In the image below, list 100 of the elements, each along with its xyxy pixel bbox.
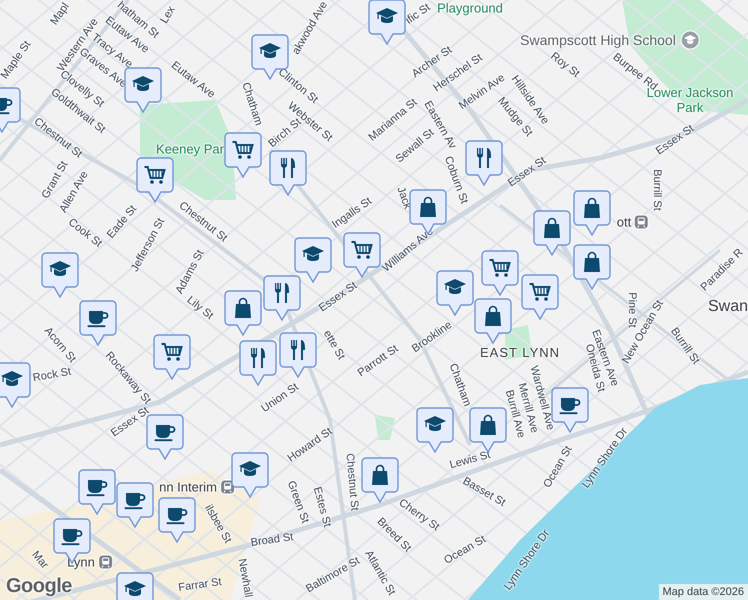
street-label: Rock St — [32, 366, 72, 384]
fork-knife-icon — [281, 158, 295, 178]
park-area — [375, 415, 395, 440]
map-pin[interactable] — [436, 270, 474, 317]
shopping-bag-icon — [480, 414, 496, 435]
street-label: Broad St — [250, 531, 294, 549]
map-pin[interactable] — [551, 387, 589, 434]
train-icon — [634, 214, 650, 230]
coffee-cup-icon — [560, 398, 580, 414]
graduation-cap-icon — [124, 581, 146, 596]
coffee-cup-icon — [62, 529, 82, 546]
train-icon — [98, 554, 113, 570]
street-label: ific St — [404, 1, 432, 27]
map-pin[interactable] — [136, 157, 174, 204]
shopping-cart-icon — [352, 241, 373, 259]
fork-knife-icon — [291, 340, 305, 360]
street-label: Estes St — [310, 486, 334, 528]
shopping-bag-icon — [544, 218, 560, 238]
coffee-cup-icon — [86, 480, 108, 496]
neighborhood-label: Swan — [708, 301, 748, 313]
map-pin[interactable] — [533, 210, 571, 257]
street-label: Lily St — [184, 294, 216, 322]
map-pin[interactable] — [78, 469, 116, 516]
map-pin[interactable] — [474, 298, 512, 345]
map-pin[interactable] — [224, 290, 262, 337]
shopping-cart-icon — [232, 141, 254, 159]
graduation-cap-icon — [132, 76, 154, 91]
map-pin[interactable] — [521, 274, 559, 321]
map-pin[interactable] — [41, 252, 79, 299]
coffee-cup-icon — [124, 493, 146, 510]
map-pin[interactable] — [573, 190, 611, 237]
fork-knife-icon — [275, 283, 289, 303]
coffee-cup-icon — [88, 311, 108, 328]
neighborhood-label: EAST LYNN — [480, 347, 560, 359]
map-pin[interactable] — [263, 275, 301, 322]
graduation-cap-icon — [680, 30, 700, 50]
station-label: nn Interim — [159, 481, 217, 493]
map-pin[interactable] — [79, 300, 117, 347]
shopping-bag-icon — [584, 198, 600, 218]
graduation-cap-icon — [259, 43, 281, 58]
map-pin[interactable] — [153, 334, 191, 381]
street-label: Jack — [394, 185, 414, 211]
graduation-cap-icon — [444, 279, 466, 294]
map-pin[interactable] — [279, 332, 317, 379]
street-label: Pine St — [626, 292, 638, 328]
map-attribution: Map data ©2026 — [658, 584, 748, 600]
map-pin[interactable] — [231, 452, 269, 499]
street-label: Lewis St — [448, 448, 492, 472]
street-label: Green St — [284, 479, 312, 525]
graduation-cap-icon — [376, 8, 398, 23]
graduation-cap-icon — [49, 261, 71, 276]
shopping-cart-icon — [530, 283, 551, 301]
place-label: Swampscott High School — [520, 34, 676, 46]
coffee-cup-icon — [166, 508, 188, 524]
street-label: Mar — [29, 548, 51, 572]
street-label: Chestnut St — [344, 452, 360, 512]
station-label: Lynn — [67, 556, 95, 568]
shopping-cart-icon — [162, 343, 183, 361]
map-pin[interactable] — [124, 67, 162, 114]
shopping-bag-icon — [485, 306, 501, 326]
graduation-cap-icon — [302, 246, 324, 261]
street-label: ette St — [320, 328, 348, 362]
street-label: Chatham — [239, 80, 265, 128]
train-icon — [220, 480, 235, 494]
fork-knife-icon — [477, 148, 491, 168]
map-pin[interactable] — [481, 250, 519, 297]
park-label: Playground — [437, 0, 503, 16]
street-label: Farrar St — [178, 576, 222, 594]
graduation-cap-icon — [1, 371, 23, 386]
street-label: Lex — [158, 4, 178, 26]
graduation-cap-icon — [424, 416, 446, 431]
map-pin[interactable] — [343, 232, 381, 279]
map-pin[interactable] — [0, 362, 31, 409]
map-pin[interactable] — [158, 497, 196, 544]
station-label: ott — [616, 216, 632, 228]
graduation-cap-icon — [239, 461, 261, 476]
map-pin[interactable] — [361, 457, 399, 504]
fork-knife-icon — [251, 348, 265, 368]
shopping-bag-icon — [584, 252, 600, 272]
map-pin[interactable] — [294, 237, 332, 284]
coffee-cup-icon — [154, 425, 176, 442]
street-label: Roy St — [548, 50, 582, 80]
park-label: Keeney Par — [156, 142, 224, 156]
street-label: Newhall — [236, 558, 254, 598]
street-label: Burrill St — [651, 169, 663, 211]
shopping-cart-icon — [490, 259, 511, 277]
map-pin[interactable] — [269, 150, 307, 197]
map-pin[interactable] — [465, 140, 503, 187]
google-logo: Google — [6, 575, 72, 598]
map-pin[interactable] — [239, 340, 277, 387]
map-pin[interactable] — [573, 244, 611, 291]
coffee-cup-icon — [0, 98, 12, 114]
map-pin[interactable] — [116, 482, 154, 529]
map-pin[interactable] — [416, 407, 454, 454]
map-pin[interactable] — [368, 0, 406, 46]
map-pin[interactable] — [224, 132, 262, 179]
shopping-bag-icon — [372, 464, 388, 485]
shopping-bag-icon — [235, 298, 251, 318]
street-label: Coburn St — [442, 154, 470, 206]
shopping-bag-icon — [420, 196, 436, 217]
